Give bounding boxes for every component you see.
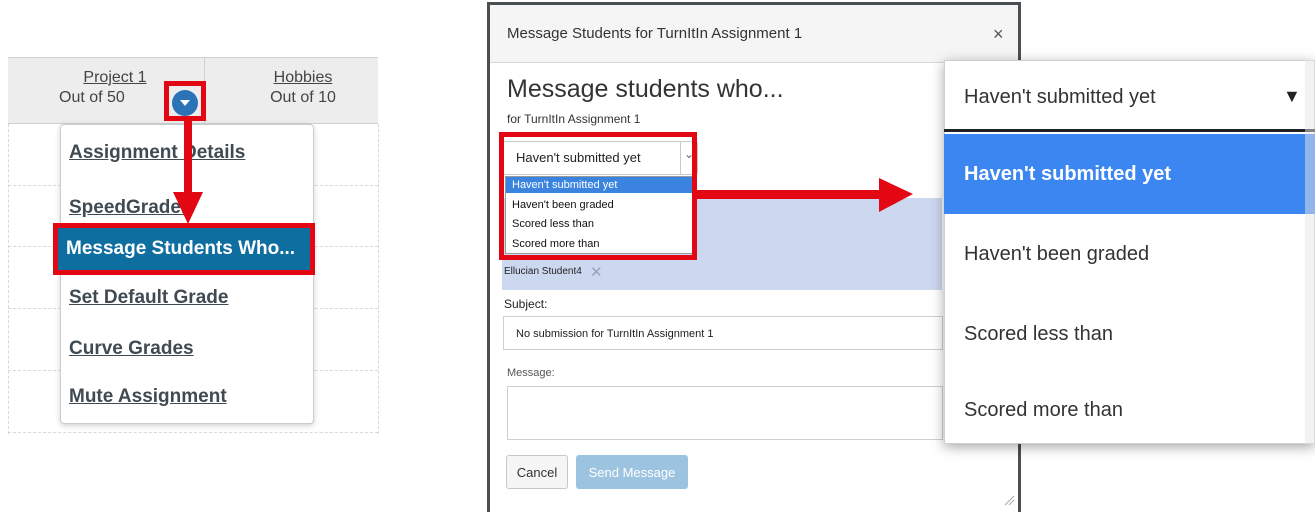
column-header-hobbies[interactable]: Hobbies Out of 10: [248, 68, 358, 108]
zoomed-option[interactable]: Scored less than: [944, 294, 1315, 374]
menu-item-label: Message Students Who...: [66, 238, 296, 259]
zoomed-select-value: Haven't submitted yet: [964, 86, 1156, 108]
menu-item-message-students[interactable]: Message Students Who...: [53, 223, 315, 275]
grid-col-line: [378, 124, 379, 434]
cancel-button[interactable]: Cancel: [506, 455, 568, 489]
subject-label: Subject:: [504, 297, 548, 311]
column-title[interactable]: Hobbies: [248, 68, 358, 88]
menu-item-curve-grades[interactable]: Curve Grades: [69, 338, 194, 360]
dialog-heading: Message students who...: [507, 75, 784, 103]
recipient-chip: Ellucian Student4: [504, 266, 582, 277]
dialog-title: Message Students for TurnItIn Assignment…: [507, 25, 803, 42]
column-title[interactable]: Project 1: [60, 68, 170, 88]
dialog-subheading: for TurnItIn Assignment 1: [507, 112, 641, 126]
resize-grip-icon[interactable]: [1003, 494, 1015, 506]
column-header-project-1[interactable]: Project 1 Out of 50: [59, 68, 170, 108]
caret-down-icon[interactable]: ▼: [1283, 86, 1301, 107]
menu-item-mute-assignment[interactable]: Mute Assignment: [69, 386, 227, 408]
annotation-highlight-box: [499, 132, 697, 260]
annotation-highlight-box: [164, 81, 206, 121]
message-label: Message:: [507, 367, 555, 379]
menu-item-assignment-details[interactable]: Assignment Details: [69, 142, 245, 164]
arrow-down-icon: [173, 120, 203, 224]
menu-item-set-default-grade[interactable]: Set Default Grade: [69, 287, 228, 309]
column-points: Out of 10: [270, 89, 336, 106]
message-field[interactable]: [507, 386, 943, 440]
grid-row-line: [8, 432, 378, 433]
grid-col-line: [8, 124, 9, 434]
panel-edge: [1305, 60, 1315, 444]
column-points: Out of 50: [59, 89, 125, 106]
close-icon[interactable]: ×: [993, 24, 1004, 45]
subject-value: No submission for TurnItIn Assignment 1: [516, 328, 714, 340]
zoomed-option[interactable]: Haven't been graded: [944, 214, 1315, 294]
remove-recipient-icon[interactable]: ✕: [590, 263, 603, 281]
zoomed-option[interactable]: Haven't submitted yet: [944, 134, 1315, 214]
arrow-right-icon: [693, 178, 913, 212]
send-message-button[interactable]: Send Message: [576, 455, 688, 489]
zoomed-option[interactable]: Scored more than: [944, 370, 1315, 450]
